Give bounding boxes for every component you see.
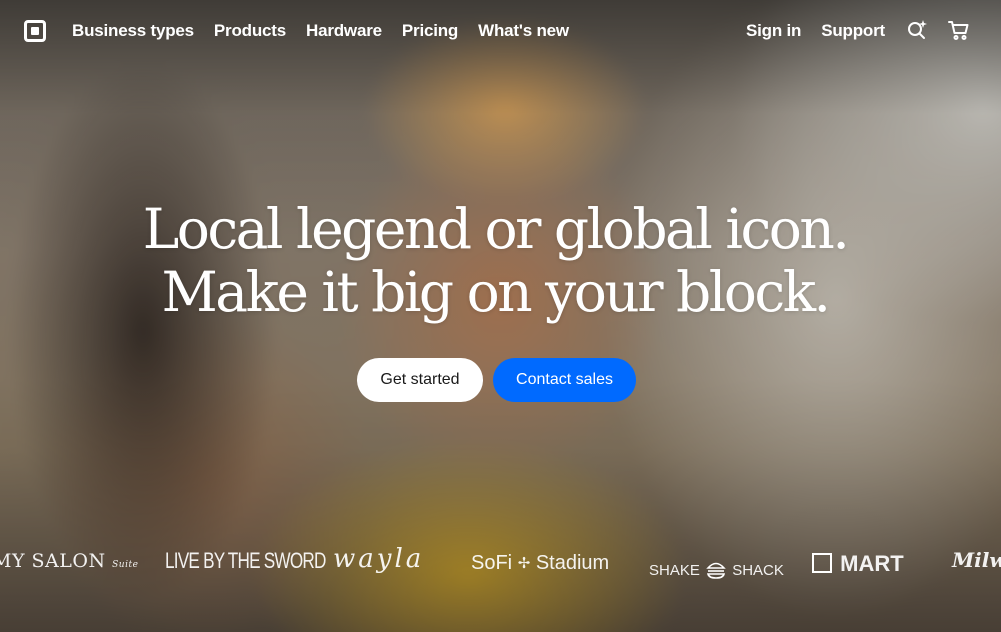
ai-search-sparkle-icon[interactable] (905, 18, 929, 42)
logo-shack-text: SHACK (732, 562, 784, 579)
headline-line-2: Make it big on your block. (161, 260, 831, 324)
customer-logos-strip: MY SALON Suite LIVE BY THE SWORD wayla S… (0, 540, 1001, 590)
logo-live-by-the-sword: LIVE BY THE SWORD (165, 548, 326, 573)
hero-section: Business types Products Hardware Pricing… (0, 0, 1001, 632)
logo-wayla: wayla (333, 544, 425, 574)
hmart-mark-icon (812, 553, 832, 573)
logo-my-salon-sub: Suite (112, 560, 139, 570)
contact-sales-button[interactable]: Contact sales (493, 358, 636, 402)
logo-my-salon-text: MY SALON (0, 550, 106, 572)
burger-icon (704, 557, 728, 585)
nav-pricing[interactable]: Pricing (402, 21, 458, 41)
logo-milwaukee: Milw (952, 548, 1001, 572)
get-started-button[interactable]: Get started (357, 358, 483, 402)
secondary-nav: Sign in Support (746, 21, 885, 41)
hero-headline: Local legend or global icon. Make it big… (0, 198, 990, 324)
logo-my-salon: MY SALON Suite (0, 550, 138, 572)
logo-hmart-text: MART (840, 551, 904, 576)
primary-nav: Business types Products Hardware Pricing… (72, 21, 569, 41)
logo-shake-text: SHAKE (649, 562, 700, 579)
nav-products[interactable]: Products (214, 21, 286, 41)
logo-hmart: MART (812, 551, 904, 577)
hero-cta-group: Get started Contact sales (357, 358, 636, 402)
logo-shake-shack: SHAKE SHACK (649, 557, 784, 585)
logo-stadium-text: Stadium (535, 552, 610, 574)
sofi-mark-icon: ✢ (517, 555, 531, 572)
logo-sofi-text: SoFi (471, 552, 513, 574)
headline-line-1: Local legend or global icon. (142, 197, 850, 261)
logo-sofi-stadium: SoFi ✢ Stadium (471, 552, 609, 575)
square-logo-icon[interactable] (24, 20, 46, 42)
shopping-cart-icon[interactable] (947, 18, 971, 42)
nav-support[interactable]: Support (821, 21, 885, 41)
nav-business-types[interactable]: Business types (72, 21, 194, 41)
top-navigation: Business types Products Hardware Pricing… (0, 0, 1001, 64)
nav-hardware[interactable]: Hardware (306, 21, 382, 41)
nav-sign-in[interactable]: Sign in (746, 21, 801, 41)
nav-whats-new[interactable]: What's new (478, 21, 569, 41)
